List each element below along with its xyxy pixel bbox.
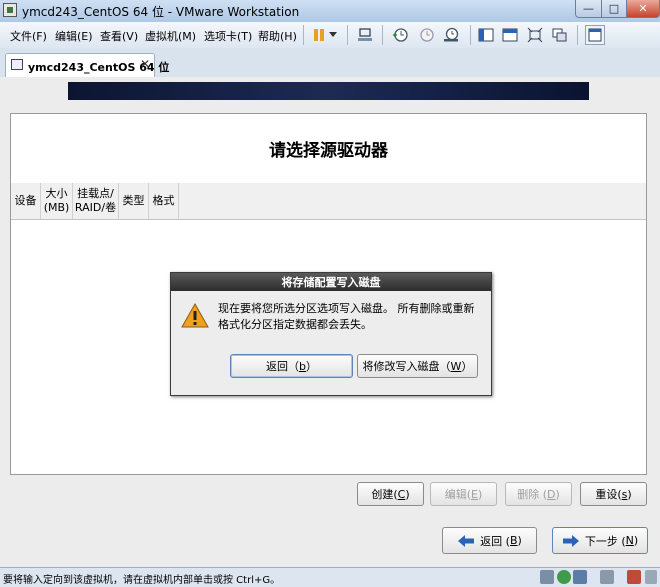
snapshot-icon[interactable] bbox=[391, 26, 409, 44]
column-size[interactable]: 大小 (MB) bbox=[41, 183, 73, 219]
cd-dvd-icon[interactable] bbox=[557, 570, 571, 584]
status-text: 要将输入定向到该虚拟机，请在虚拟机内部单击或按 Ctrl+G。 bbox=[3, 575, 281, 586]
back-arrow-icon bbox=[458, 534, 475, 547]
vm-tab-strip: ymcd243_CentOS 64 位 ✕ bbox=[0, 48, 660, 78]
edit-button[interactable]: 编辑(E) bbox=[430, 482, 497, 506]
column-type[interactable]: 类型 bbox=[119, 183, 149, 219]
virtual-machine-icon bbox=[11, 59, 23, 70]
create-button[interactable]: 创建(C) bbox=[357, 482, 424, 506]
dialog-message: 现在要将您所选分区选项写入磁盘。 所有删除或重新格式化分区指定数据都会丢失。 bbox=[218, 302, 475, 331]
next-arrow-icon bbox=[562, 534, 579, 547]
revert-snapshot-icon[interactable] bbox=[417, 26, 435, 44]
toolbar-separator bbox=[577, 25, 578, 45]
reset-button[interactable]: 重设(s) bbox=[580, 482, 647, 506]
tab-close-icon[interactable]: ✕ bbox=[140, 57, 150, 71]
toolbar-separator bbox=[470, 25, 471, 45]
window-title: ymcd243_CentOS 64 位 - VMware Workstation bbox=[22, 5, 300, 19]
back-button[interactable]: 返回 (B) bbox=[442, 527, 537, 554]
menu-file[interactable]: 文件(F) bbox=[10, 28, 47, 44]
column-device[interactable]: 设备 bbox=[11, 183, 41, 219]
menu-view[interactable]: 查看(V) bbox=[100, 28, 138, 44]
partition-table-header: 设备 大小 (MB) 挂载点/ RAID/卷 类型 格式 bbox=[11, 183, 646, 220]
full-screen-icon[interactable] bbox=[501, 26, 519, 44]
toolbar-separator bbox=[303, 25, 304, 45]
guest-screen[interactable]: 请选择源驱动器 设备 大小 (MB) 挂载点/ RAID/卷 类型 格式 将存储… bbox=[0, 77, 660, 567]
close-window-button[interactable]: ✕ bbox=[626, 0, 660, 18]
next-button[interactable]: 下一步 (N) bbox=[552, 527, 648, 554]
dialog-title: 将存储配置写入磁盘 bbox=[171, 273, 491, 291]
delete-button[interactable]: 删除 (D) bbox=[505, 482, 572, 506]
maximize-button[interactable]: □ bbox=[601, 0, 627, 18]
toolbar-separator bbox=[347, 25, 348, 45]
page-title: 请选择源驱动器 bbox=[11, 114, 646, 184]
window-titlebar: ymcd243_CentOS 64 位 - VMware Workstation… bbox=[0, 0, 660, 23]
write-to-disk-button[interactable]: 将修改写入磁盘（ W） bbox=[357, 354, 478, 378]
menu-vm[interactable]: 虚拟机(M) bbox=[145, 28, 196, 44]
status-bar: 要将输入定向到该虚拟机，请在虚拟机内部单击或按 Ctrl+G。 bbox=[0, 567, 660, 587]
network-adapter-icon[interactable] bbox=[573, 570, 587, 584]
menu-toolbar: 文件(F) 编辑(E) 查看(V) 虚拟机(M) 选项卡(T) 帮助(H) bbox=[0, 22, 660, 49]
menu-tabs[interactable]: 选项卡(T) bbox=[204, 28, 252, 44]
pause-icon[interactable] bbox=[310, 26, 328, 44]
installer-banner bbox=[68, 82, 589, 100]
fit-guest-icon[interactable] bbox=[526, 26, 544, 44]
toolbar-separator bbox=[382, 25, 383, 45]
write-to-disk-dialog: 将存储配置写入磁盘 现在要将您所选分区选项写入磁盘。 所有删除或重新格式化分区指… bbox=[170, 272, 492, 396]
menu-edit[interactable]: 编辑(E) bbox=[55, 28, 93, 44]
message-log-icon[interactable] bbox=[645, 570, 657, 584]
unity-icon[interactable] bbox=[550, 26, 568, 44]
send-ctrl-alt-del-icon[interactable] bbox=[356, 26, 374, 44]
vmware-app-icon bbox=[3, 3, 17, 17]
column-format[interactable]: 格式 bbox=[149, 183, 179, 219]
column-mount-point[interactable]: 挂载点/ RAID/卷 bbox=[73, 183, 119, 219]
sound-card-icon[interactable] bbox=[627, 570, 641, 584]
snapshot-manager-icon[interactable] bbox=[442, 26, 460, 44]
console-view-icon[interactable] bbox=[477, 26, 495, 44]
menu-help[interactable]: 帮助(H) bbox=[258, 28, 297, 44]
warning-icon bbox=[181, 302, 209, 332]
usb-device-icon[interactable] bbox=[600, 570, 614, 584]
thumbnail-bar-icon[interactable] bbox=[585, 25, 605, 45]
dropdown-arrow-icon[interactable] bbox=[327, 26, 339, 44]
minimize-button[interactable]: — bbox=[575, 0, 602, 18]
hard-disk-icon[interactable] bbox=[540, 570, 554, 584]
tab-vm[interactable]: ymcd243_CentOS 64 位 ✕ bbox=[5, 53, 169, 77]
dialog-back-button[interactable]: 返回（ b） bbox=[230, 354, 353, 378]
